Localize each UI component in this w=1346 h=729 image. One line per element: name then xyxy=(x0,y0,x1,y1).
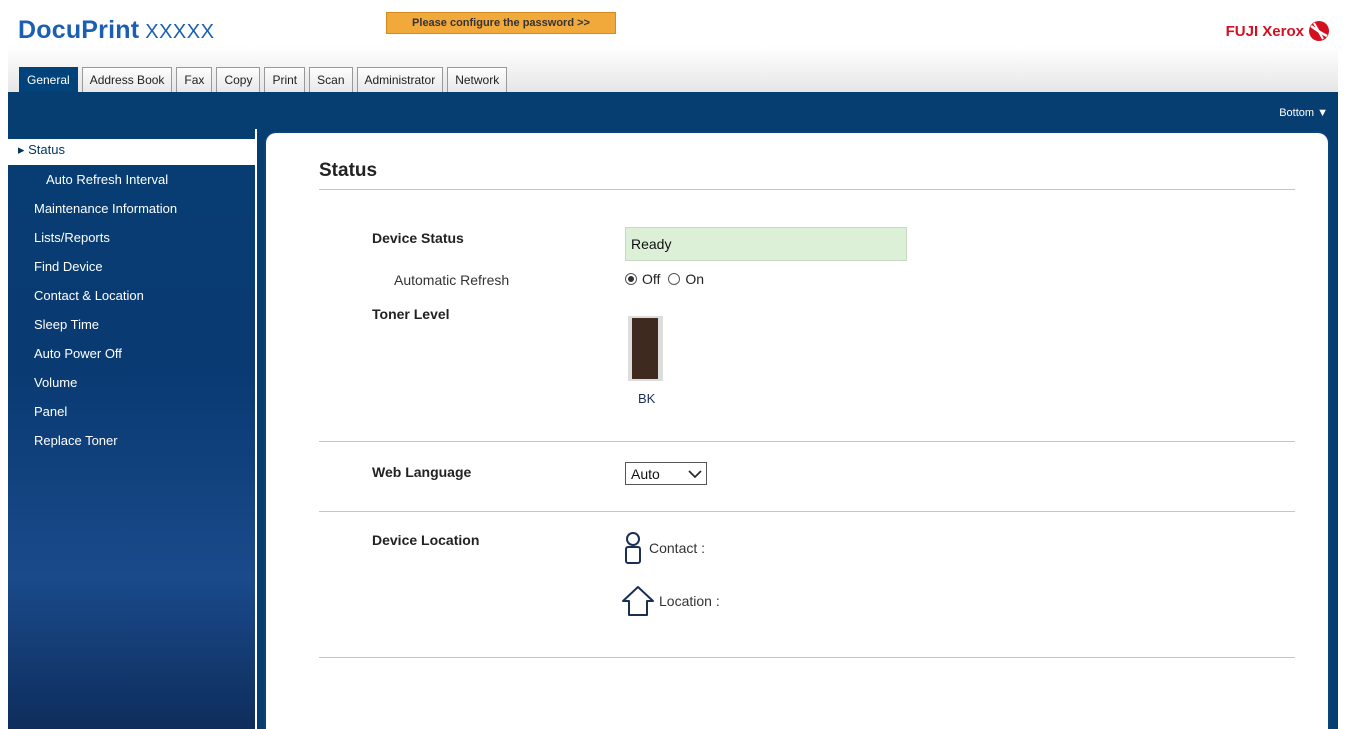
divider xyxy=(319,441,1295,442)
location-row: Location : xyxy=(621,584,720,618)
web-language-select[interactable]: Auto xyxy=(625,462,707,485)
toner-level-label: Toner Level xyxy=(372,306,450,322)
refresh-on-radio[interactable] xyxy=(668,273,681,285)
automatic-refresh-radio-group: Off On xyxy=(625,271,704,287)
web-language-label: Web Language xyxy=(372,464,472,480)
tab-network[interactable]: Network xyxy=(447,67,508,92)
page-title: Status xyxy=(319,160,378,181)
home-icon xyxy=(622,586,654,616)
sidebar-item-auto-power-off[interactable]: Auto Power Off xyxy=(8,343,255,372)
sidebar-item-panel[interactable]: Panel xyxy=(8,401,255,430)
nav-band: Bottom ▼ xyxy=(8,92,1338,129)
divider xyxy=(319,189,1295,190)
sidebar-item-status[interactable]: ▸ Status xyxy=(8,139,255,165)
brand-name: FUJI Xerox xyxy=(1225,22,1304,40)
tab-bar: General Address Book Fax Copy Print Scan… xyxy=(8,46,1338,92)
automatic-refresh-label: Automatic Refresh xyxy=(394,272,510,288)
sidebar-item-volume[interactable]: Volume xyxy=(8,372,255,401)
toner-gauge-fill xyxy=(632,318,658,379)
sidebar-item-sleep-time[interactable]: Sleep Time xyxy=(8,314,255,343)
brand-logo: FUJI Xerox xyxy=(1226,20,1330,42)
sidebar-item-replace-toner[interactable]: Replace Toner xyxy=(8,430,255,459)
sidebar-item-find-device[interactable]: Find Device xyxy=(8,256,255,285)
logo-main: DocuPrint xyxy=(18,16,140,44)
location-label: Location : xyxy=(659,593,720,609)
person-icon xyxy=(625,532,641,564)
header: DocuPrint XXXXX Please configure the pass… xyxy=(8,8,1338,46)
refresh-off-radio[interactable] xyxy=(625,273,637,285)
logo-model: XXXXX xyxy=(145,21,215,43)
tab-copy[interactable]: Copy xyxy=(216,67,261,92)
content-area: Status Device Status Ready Automatic Ref… xyxy=(257,129,1338,729)
refresh-off-label: Off xyxy=(642,271,661,287)
tab-fax[interactable]: Fax xyxy=(176,67,213,92)
refresh-on-label: On xyxy=(685,271,705,287)
sidebar-item-contact-location[interactable]: Contact & Location xyxy=(8,285,255,314)
brand-sphere-icon xyxy=(1309,21,1329,41)
tab-address-book[interactable]: Address Book xyxy=(81,67,173,92)
tab-administrator[interactable]: Administrator xyxy=(356,67,444,92)
divider xyxy=(319,657,1295,658)
device-status-label: Device Status xyxy=(372,230,464,246)
bottom-link[interactable]: Bottom ▼ xyxy=(1279,107,1328,119)
tab-general[interactable]: General xyxy=(19,67,78,92)
tab-scan[interactable]: Scan xyxy=(309,67,353,92)
tab-print[interactable]: Print xyxy=(264,67,306,92)
sidebar-item-lists-reports[interactable]: Lists/Reports xyxy=(8,227,255,256)
web-language-value: Auto xyxy=(631,466,660,482)
configure-password-button[interactable]: Please configure the password >> xyxy=(386,12,616,34)
device-location-label: Device Location xyxy=(372,532,480,548)
sidebar-item-auto-refresh-interval[interactable]: Auto Refresh Interval xyxy=(8,169,255,198)
status-panel: Status Device Status Ready Automatic Ref… xyxy=(264,131,1330,729)
device-status-value: Ready xyxy=(625,227,907,261)
contact-label: Contact : xyxy=(649,540,706,556)
divider xyxy=(319,511,1295,512)
sidebar-item-maintenance-information[interactable]: Maintenance Information xyxy=(8,198,255,227)
product-logo: DocuPrint XXXXX xyxy=(18,16,214,45)
toner-name: BK xyxy=(638,391,656,406)
chevron-down-icon xyxy=(688,470,702,479)
sidebar: ▸ Status Auto Refresh Interval Maintenan… xyxy=(8,129,255,729)
contact-row: Contact : xyxy=(621,531,705,565)
